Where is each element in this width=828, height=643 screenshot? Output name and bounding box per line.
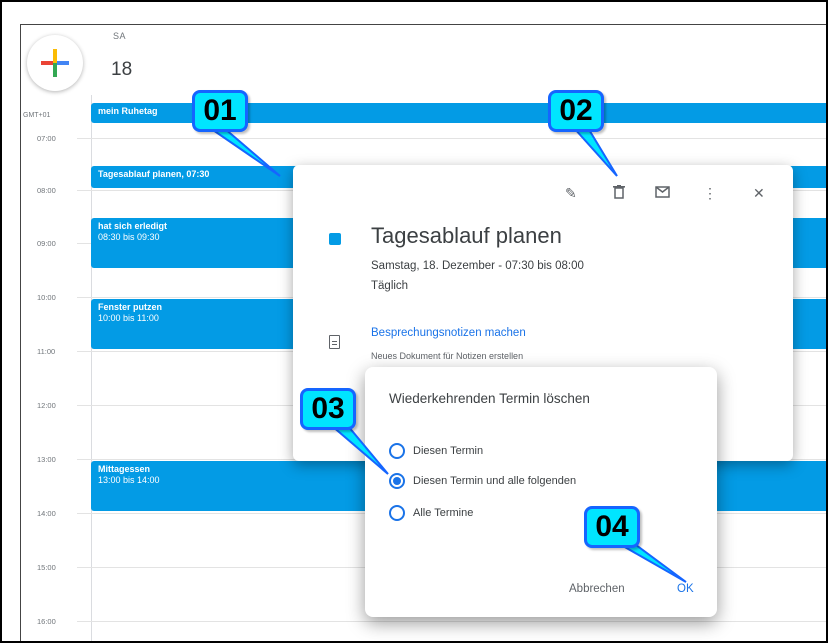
callout-04: 04 [584, 506, 640, 548]
radio-button[interactable] [389, 505, 405, 521]
callout-02: 02 [548, 90, 604, 132]
time-label: 09:00 [37, 239, 56, 248]
radio-button-selected[interactable] [389, 473, 405, 489]
option-all-events[interactable]: Alle Termine [389, 505, 473, 521]
ok-button[interactable]: OK [677, 583, 694, 595]
option-label: Alle Termine [413, 507, 474, 519]
event-title: mein Ruhetag [98, 106, 158, 116]
time-label: 07:00 [37, 134, 56, 143]
option-label: Diesen Termin [413, 445, 484, 457]
time-label: 08:00 [37, 186, 56, 195]
event-color-indicator [329, 233, 341, 245]
hour-line [77, 621, 826, 622]
document-icon [329, 335, 340, 349]
event-title: Tagesablauf planen, 07:30 [98, 169, 210, 179]
option-label: Diesen Termin und alle folgenden [413, 475, 577, 487]
screenshot-frame: SA 18 GMT+01 07:00 08:00 09:00 10:00 11:… [0, 0, 828, 643]
time-label: 12:00 [37, 401, 56, 410]
callout-01: 01 [192, 90, 248, 132]
hour-line [77, 138, 826, 139]
pencil-icon[interactable]: ✎ [565, 185, 577, 202]
time-label: 14:00 [37, 509, 56, 518]
radio-button[interactable] [389, 443, 405, 459]
calendar-view: SA 18 GMT+01 07:00 08:00 09:00 10:00 11:… [20, 24, 826, 641]
popup-event-title: Tagesablauf planen [371, 223, 562, 248]
option-this-and-following[interactable]: Diesen Termin und alle folgenden [389, 473, 576, 489]
time-label: 13:00 [37, 455, 56, 464]
callout-03: 03 [300, 388, 356, 430]
day-name: SA [113, 31, 127, 41]
dialog-title: Wiederkehrenden Termin löschen [389, 391, 590, 406]
time-label: 16:00 [37, 617, 56, 626]
time-label: 11:00 [37, 347, 56, 356]
meeting-notes-link[interactable]: Besprechungsnotizen machen [371, 327, 526, 339]
create-button[interactable] [27, 35, 83, 91]
trash-icon[interactable] [613, 185, 625, 202]
cancel-button[interactable]: Abbrechen [569, 583, 625, 595]
mail-icon[interactable] [655, 185, 670, 201]
popup-event-datetime: Samstag, 18. Dezember - 07:30 bis 08:00 [371, 260, 584, 272]
close-icon[interactable]: ✕ [753, 185, 765, 202]
timezone-label: GMT+01 [23, 112, 51, 119]
meeting-notes-subtitle: Neues Dokument für Notizen erstellen [371, 351, 524, 361]
delete-recurring-dialog: Wiederkehrenden Termin löschen Diesen Te… [365, 367, 717, 617]
day-number[interactable]: 18 [111, 59, 132, 81]
time-label: 10:00 [37, 293, 56, 302]
option-this-event[interactable]: Diesen Termin [389, 443, 483, 459]
time-label: 15:00 [37, 563, 56, 572]
popup-event-recurrence: Täglich [371, 280, 409, 292]
more-vert-icon[interactable]: ⋮ [703, 185, 717, 202]
